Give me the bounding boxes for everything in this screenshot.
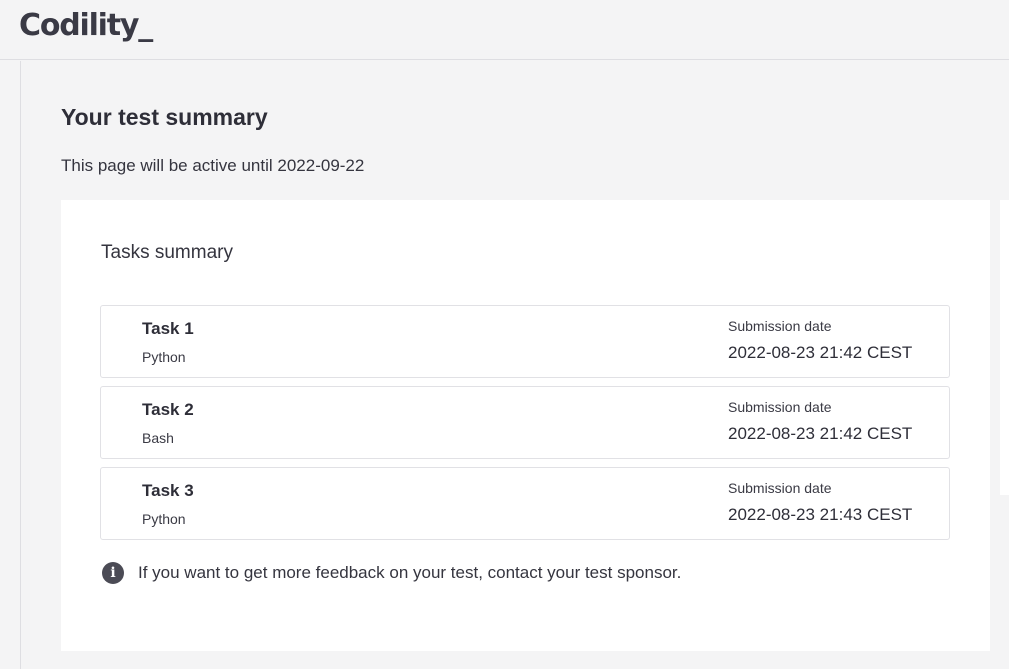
task-name: Task 2 xyxy=(142,400,194,419)
info-icon: i xyxy=(102,562,124,584)
task-row: Task 2 Bash Submission date 2022-08-23 2… xyxy=(100,386,950,459)
submission-date-label: Submission date xyxy=(728,480,832,496)
task-language: Python xyxy=(142,511,186,527)
top-bar: Codility_ xyxy=(0,0,1009,60)
task-row: Task 1 Python Submission date 2022-08-23… xyxy=(100,305,950,378)
task-language: Bash xyxy=(142,430,174,446)
feedback-notice: i If you want to get more feedback on yo… xyxy=(102,560,681,586)
side-panel-edge xyxy=(1000,200,1009,495)
submission-date-label: Submission date xyxy=(728,399,832,415)
submission-date-label: Submission date xyxy=(728,318,832,334)
tasks-summary-card: Tasks summary Task 1 Python Submission d… xyxy=(61,200,990,651)
codility-logo[interactable]: Codility_ xyxy=(19,6,153,46)
page-title: Your test summary xyxy=(61,104,268,130)
submission-date-value: 2022-08-23 21:43 CEST xyxy=(728,505,913,524)
task-language: Python xyxy=(142,349,186,365)
task-name: Task 3 xyxy=(142,481,194,500)
task-name: Task 1 xyxy=(142,319,194,338)
submission-date-value: 2022-08-23 21:42 CEST xyxy=(728,343,913,362)
active-until-note: This page will be active until 2022-09-2… xyxy=(61,156,365,175)
submission-date-value: 2022-08-23 21:42 CEST xyxy=(728,424,913,443)
task-row: Task 3 Python Submission date 2022-08-23… xyxy=(100,467,950,540)
left-divider xyxy=(20,61,21,669)
tasks-summary-title: Tasks summary xyxy=(101,242,233,263)
feedback-text: If you want to get more feedback on your… xyxy=(138,563,682,582)
